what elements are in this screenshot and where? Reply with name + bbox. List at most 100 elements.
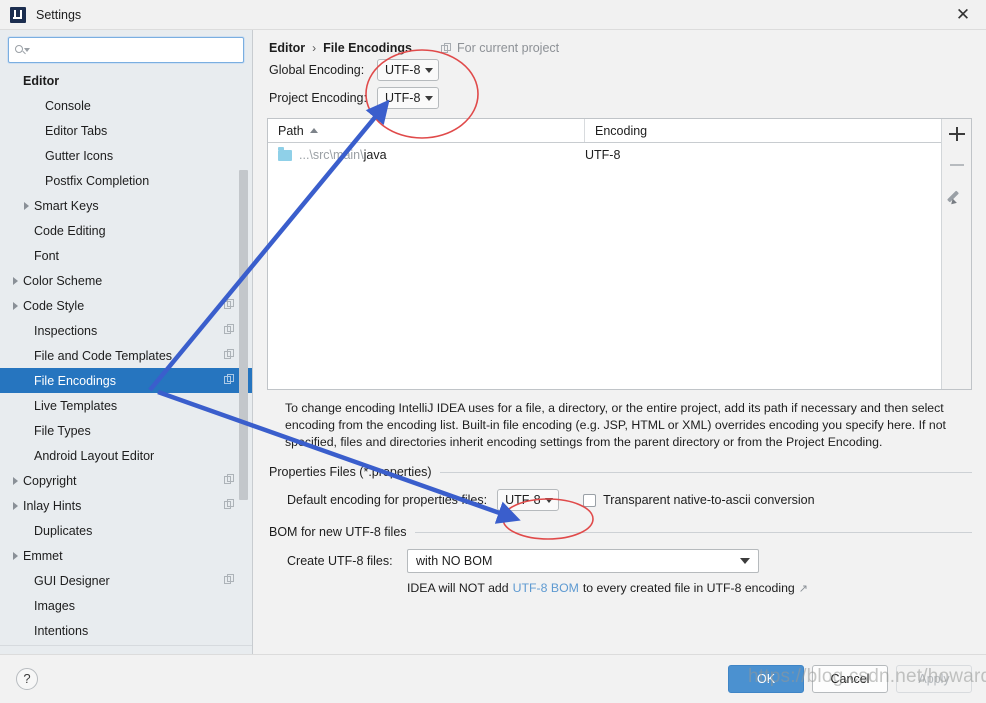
cancel-button[interactable]: Cancel (812, 664, 888, 693)
sidebar-item-label: Emmet (23, 548, 63, 563)
sidebar-item-label: File Types (34, 423, 91, 438)
copy-settings-icon (224, 374, 235, 385)
default-properties-encoding-row: Default encoding for properties files: U… (267, 489, 972, 511)
edit-icon[interactable] (948, 187, 966, 205)
sidebar-item-live-templates[interactable]: Live Templates (0, 393, 252, 418)
settings-panel: Editor › File Encodings For current proj… (253, 30, 986, 654)
expand-arrow-icon[interactable] (21, 199, 34, 212)
sidebar-scrollbar-thumb[interactable] (239, 170, 248, 500)
bom-note-prefix: IDEA will NOT add (407, 581, 509, 595)
column-header-path-label: Path (278, 123, 304, 138)
sidebar-item-editor-tabs[interactable]: Editor Tabs (0, 118, 252, 143)
breadcrumb: Editor › File Encodings For current proj… (267, 30, 972, 56)
bom-note-suffix: to every created file in UTF-8 encoding (582, 581, 795, 595)
sidebar-item-label: Console (45, 98, 91, 113)
expand-arrow-icon[interactable] (10, 299, 23, 312)
intellij-idea-icon (10, 6, 26, 23)
copy-settings-icon (224, 499, 235, 510)
helper-text: To change encoding IntelliJ IDEA uses fo… (285, 401, 946, 449)
sidebar-item-color-scheme[interactable]: Color Scheme (0, 268, 252, 293)
search-container (0, 30, 252, 68)
table-toolbar (941, 119, 971, 389)
add-icon[interactable] (948, 125, 966, 143)
copy-settings-icon (224, 324, 235, 335)
sidebar-item-inlay-hints[interactable]: Inlay Hints (0, 493, 252, 518)
external-link-icon: ↗ (798, 582, 808, 595)
sidebar-item-code-style[interactable]: Code Style (0, 293, 252, 318)
group-divider (439, 471, 972, 473)
transparent-native-to-ascii-label: Transparent native-to-ascii conversion (603, 493, 815, 507)
sidebar-item-label: Code Style (23, 298, 85, 313)
group-divider (414, 531, 972, 533)
project-encoding-dropdown[interactable]: UTF-8 (377, 87, 439, 109)
sidebar-item-font[interactable]: Font (0, 243, 252, 268)
help-button[interactable]: ? (16, 667, 38, 690)
for-current-project-label: For current project (441, 41, 559, 55)
dialog-buttons: OK Cancel Apply (728, 664, 972, 693)
default-properties-encoding-value: UTF-8 (505, 493, 541, 507)
global-encoding-label: Global Encoding: (269, 63, 365, 77)
sidebar-item-label: Smart Keys (34, 198, 99, 213)
copy-settings-icon (224, 574, 235, 585)
window-title-bar: Settings ✕ (0, 0, 986, 30)
project-encoding-label: Project Encoding: (269, 91, 367, 105)
breadcrumb-parent[interactable]: Editor (269, 41, 305, 55)
remove-icon[interactable] (948, 156, 966, 174)
path-text: ...\src\main\java (299, 148, 387, 162)
column-header-encoding-label: Encoding (595, 123, 648, 138)
sidebar-item-label: Images (34, 598, 75, 613)
sidebar-item-editor[interactable]: Editor (0, 68, 252, 93)
sidebar-item-code-editing[interactable]: Code Editing (0, 218, 252, 243)
transparent-native-to-ascii-checkbox[interactable]: Transparent native-to-ascii conversion (583, 493, 815, 507)
sidebar-item-smart-keys[interactable]: Smart Keys (0, 193, 252, 218)
sidebar-item-android-layout-editor[interactable]: Android Layout Editor (0, 443, 252, 468)
sidebar-item-gui-designer[interactable]: GUI Designer (0, 568, 252, 593)
chevron-down-icon (545, 497, 554, 503)
search-input[interactable] (32, 39, 237, 61)
bom-note: IDEA will NOT add UTF-8 BOM to every cre… (267, 581, 972, 595)
sidebar-item-label: Editor Tabs (45, 123, 108, 138)
default-properties-encoding-dropdown[interactable]: UTF-8 (497, 489, 560, 511)
column-header-path[interactable]: Path (268, 119, 585, 142)
sidebar-item-emmet[interactable]: Emmet (0, 543, 252, 568)
global-encoding-dropdown[interactable]: UTF-8 (377, 59, 439, 81)
sidebar-item-console[interactable]: Console (0, 93, 252, 118)
properties-files-group-title: Properties Files (*.properties) (269, 465, 432, 479)
sidebar-item-copyright[interactable]: Copyright (0, 468, 252, 493)
sidebar-item-intentions[interactable]: Intentions (0, 618, 252, 643)
settings-tree: Editor Console Editor Tabs Gutter Icons Post… (0, 68, 252, 643)
search-box[interactable] (8, 37, 244, 63)
expand-arrow-icon[interactable] (10, 274, 23, 287)
sidebar-item-postfix-completion[interactable]: Postfix Completion (0, 168, 252, 193)
expand-arrow-icon[interactable] (10, 474, 23, 487)
sidebar-item-label: Live Templates (34, 398, 118, 413)
close-icon[interactable]: ✕ (940, 0, 986, 30)
expand-arrow-icon[interactable] (10, 499, 23, 512)
cell-encoding: UTF-8 (585, 148, 621, 162)
sidebar-item-duplicates[interactable]: Duplicates (0, 518, 252, 543)
ok-button[interactable]: OK (728, 664, 804, 693)
bom-note-link[interactable]: UTF-8 BOM (513, 581, 579, 595)
breadcrumb-separator: › (312, 41, 317, 55)
column-header-encoding[interactable]: Encoding (585, 119, 941, 142)
apply-button[interactable]: Apply (896, 664, 972, 693)
sidebar-item-file-types[interactable]: File Types (0, 418, 252, 443)
sidebar-item-gutter-icons[interactable]: Gutter Icons (0, 143, 252, 168)
cell-path: ...\src\main\java (268, 146, 585, 162)
sidebar-item-file-encodings[interactable]: File Encodings (0, 368, 252, 393)
sidebar-item-inspections[interactable]: Inspections (0, 318, 252, 343)
sidebar-item-file-and-code-templates[interactable]: File and Code Templates (0, 343, 252, 368)
properties-files-group-header: Properties Files (*.properties) (267, 465, 972, 479)
folder-icon (278, 146, 292, 161)
chevron-down-icon (740, 558, 750, 564)
create-utf8-files-dropdown[interactable]: with NO BOM (407, 549, 759, 573)
sidebar-item-images[interactable]: Images (0, 593, 252, 618)
table-row[interactable]: ...\src\main\java UTF-8 (268, 143, 941, 167)
expand-arrow-icon[interactable] (10, 549, 23, 562)
